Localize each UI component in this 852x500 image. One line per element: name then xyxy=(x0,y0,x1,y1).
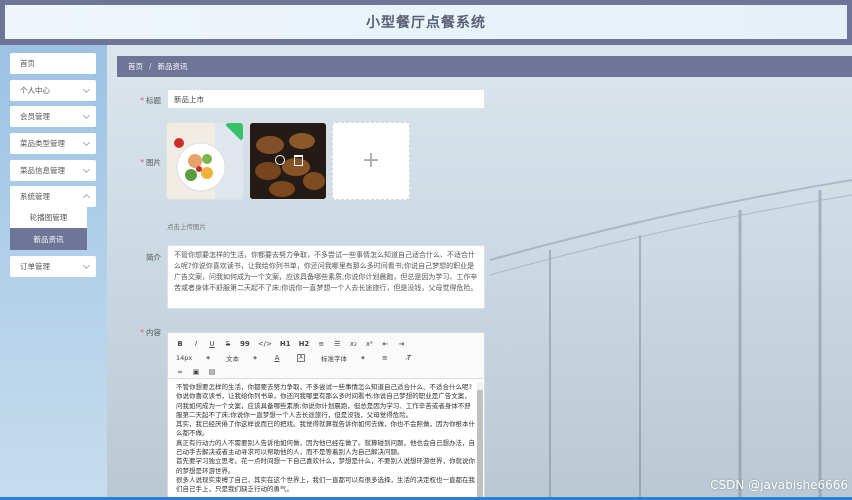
video-icon[interactable]: ▤ xyxy=(208,368,216,376)
content-paragraph: 你说你喜欢读书，让我给你列书单，你还问我哪里有那么多时间看书;你说自己梦想的职业… xyxy=(176,392,471,419)
header-banner: 小型餐厅点餐系统 xyxy=(5,5,847,39)
underline-button[interactable]: U xyxy=(208,340,216,348)
upload-tip: 点击上传图片 xyxy=(167,223,206,231)
sidebar-item-home[interactable]: 首页 xyxy=(10,53,96,74)
breadcrumb-separator: / xyxy=(149,62,152,71)
breadcrumb-home[interactable]: 首页 xyxy=(128,61,143,72)
subscript-button[interactable]: x₂ xyxy=(349,340,357,348)
app-title: 小型餐厅点餐系统 xyxy=(366,15,486,31)
font-size-select[interactable]: 14px ◆ xyxy=(176,354,210,362)
editor-toolbar: B I U S 99 </> H1 H2 ≡ ☰ x₂ x² ⇤ ⇥ 14px ◆… xyxy=(168,333,484,379)
app-header: 小型餐厅点餐系统 xyxy=(0,0,852,45)
indent-button[interactable]: ⇥ xyxy=(397,340,405,348)
toolbar-row-2: 14px ◆ 文本 ◆ A A 标准字体 ◆ ≡ T̸ xyxy=(176,352,476,364)
sidebar-item-orders[interactable]: 订单管理 xyxy=(10,256,96,277)
font-color-icon[interactable]: A xyxy=(273,354,281,362)
sidebar-item-label: 首页 xyxy=(20,59,35,68)
select-arrow-icon: ◆ xyxy=(253,355,257,361)
image-icon[interactable]: ▣ xyxy=(192,368,200,376)
content-paragraph: 首先要学习独立思考。花一点时间想一下自己喜欢什么，梦想是什么，不要别人说想环游世… xyxy=(176,457,475,475)
chevron-up-icon xyxy=(82,193,91,202)
sidebar-item-label: 会员管理 xyxy=(20,112,50,121)
link-icon[interactable]: ∞ xyxy=(176,368,184,376)
italic-button[interactable]: I xyxy=(192,340,200,348)
sidebar-item-dish-types[interactable]: 菜品类型管理 xyxy=(10,133,96,154)
breadcrumb-current: 新品资讯 xyxy=(157,62,188,71)
chevron-down-icon xyxy=(82,261,91,270)
image-label: * 图片 xyxy=(140,158,161,167)
sidebar-item-profile[interactable]: 个人中心 xyxy=(10,80,96,101)
content-paragraph: 不管你想要怎样的生活，你都要去努力争取，不多尝试一些事情怎么知道自己适合什么、不… xyxy=(176,383,472,391)
sidebar-item-label: 订单管理 xyxy=(20,262,50,271)
uploaded-image-1[interactable] xyxy=(166,122,244,200)
scrollbar-thumb[interactable] xyxy=(477,390,483,499)
ordered-list-button[interactable]: ≡ xyxy=(317,340,325,348)
bullet-list-button[interactable]: ☰ xyxy=(333,340,341,348)
toolbar-row-3: ∞ ▣ ▤ xyxy=(176,366,476,378)
chevron-down-icon xyxy=(82,138,91,147)
title-label: * 标题 xyxy=(140,96,161,105)
bold-button[interactable]: B xyxy=(176,340,184,348)
clear-format-icon[interactable]: T̸ xyxy=(405,354,413,362)
outdent-button[interactable]: ⇤ xyxy=(381,340,389,348)
toolbar-row-1: B I U S 99 </> H1 H2 ≡ ☰ x₂ x² ⇤ ⇥ xyxy=(176,338,476,350)
select-arrow-icon: ◆ xyxy=(360,355,365,361)
select-arrow-icon: ◆ xyxy=(206,355,211,361)
system-submenu: 轮播图管理 新品资讯 xyxy=(10,206,87,250)
quote-button[interactable]: 99 xyxy=(240,340,250,348)
sidebar-item-label: 个人中心 xyxy=(20,86,50,95)
background-color-icon[interactable]: A xyxy=(296,354,305,362)
chevron-down-icon xyxy=(82,111,91,120)
chevron-down-icon xyxy=(82,85,91,94)
sidebar-item-system[interactable]: 系统管理 xyxy=(10,186,96,207)
upload-image-button[interactable]: + xyxy=(332,122,410,200)
content-paragraph: 其实，我已经厌倦了你这样说而已的把戏。我觉得就算我告诉你如何去做，你也不会照做，… xyxy=(176,420,475,438)
text-format-select[interactable]: 文本 ◆ xyxy=(226,353,257,363)
sidebar-item-dish-info[interactable]: 菜品信息管理 xyxy=(10,160,96,181)
code-button[interactable]: </> xyxy=(258,340,272,348)
content-paragraph: 很多人说现实束缚了自己，其实在这个世界上，我们一直都可以有很多选择，生活的决定权… xyxy=(176,475,475,494)
h2-button[interactable]: H2 xyxy=(299,340,310,348)
intro-textarea[interactable]: 不管你想要怎样的生活，你都要去努力争取，不多尝试一些事情怎么知道自己适合什么、不… xyxy=(167,245,485,309)
font-family-select[interactable]: 标准字体 ◆ xyxy=(321,353,365,363)
strike-button[interactable]: S xyxy=(224,340,232,348)
h1-button[interactable]: H1 xyxy=(280,340,291,348)
intro-label: 简介 xyxy=(146,253,161,262)
editor-scrollbar[interactable] xyxy=(477,382,483,499)
align-icon[interactable]: ≡ xyxy=(381,354,389,362)
superscript-button[interactable]: x² xyxy=(365,340,373,348)
uploaded-image-2[interactable] xyxy=(249,122,327,200)
fried-food-image xyxy=(250,123,326,199)
sidebar-item-label: 系统管理 xyxy=(20,192,50,201)
submenu-item-carousel[interactable]: 轮播图管理 xyxy=(10,206,87,228)
sidebar-item-label: 菜品信息管理 xyxy=(20,166,65,175)
title-input[interactable] xyxy=(167,89,485,109)
editor-content[interactable]: 不管你想要怎样的生活，你都要去努力争取，不多尝试一些事情怎么知道自己适合什么、不… xyxy=(168,379,484,499)
background-decoration xyxy=(490,179,852,500)
watermark: CSDN @javabishe6666 xyxy=(710,478,848,492)
delete-icon[interactable] xyxy=(294,155,303,166)
content-label: * 内容 xyxy=(140,328,161,337)
zoom-in-icon[interactable] xyxy=(275,155,285,165)
sidebar-item-label: 菜品类型管理 xyxy=(20,139,65,148)
salad-image xyxy=(167,123,243,199)
rich-text-editor: B I U S 99 </> H1 H2 ≡ ☰ x₂ x² ⇤ ⇥ 14px ◆… xyxy=(167,332,485,500)
content-paragraph: 真正有行动力的人不需要别人告诉他如何做，因为他已经在做了。就算碰到问题，他也会自… xyxy=(176,438,475,457)
submenu-item-news[interactable]: 新品资讯 xyxy=(10,228,87,250)
sidebar-item-members[interactable]: 会员管理 xyxy=(10,106,96,127)
chevron-down-icon xyxy=(82,165,91,174)
breadcrumb: 首页 / 新品资讯 xyxy=(117,56,852,77)
plus-icon: + xyxy=(361,148,381,173)
